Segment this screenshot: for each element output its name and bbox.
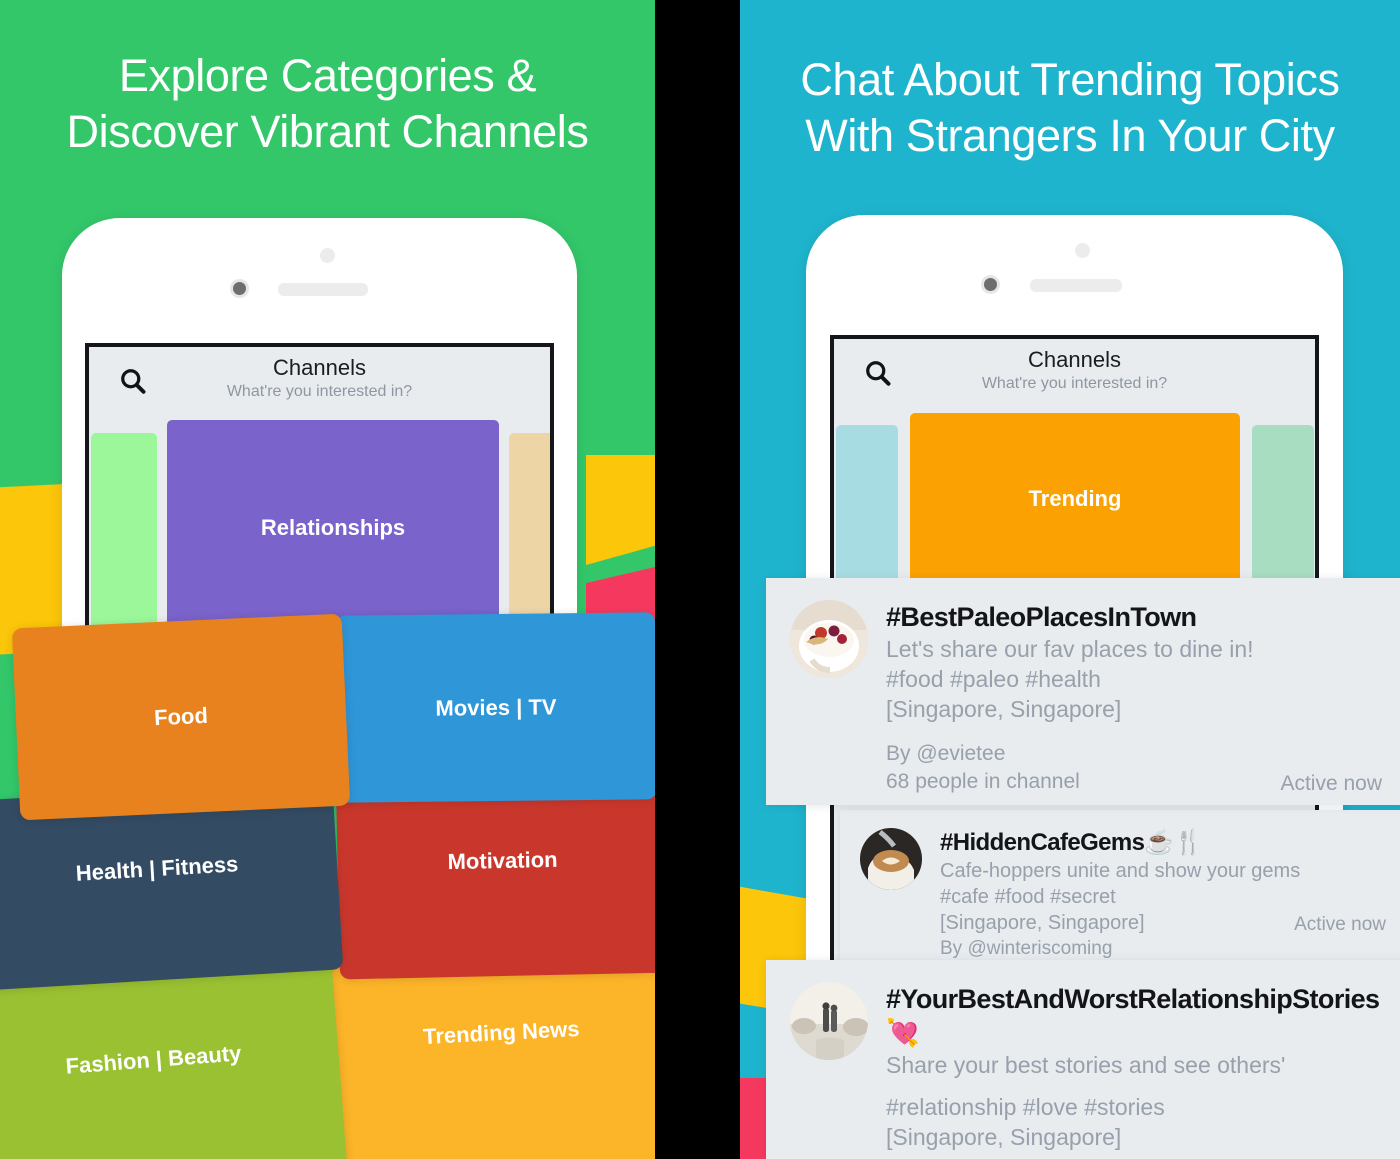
left-phone-screen: Channels What're you interested in? Rela… — [85, 343, 554, 638]
left-headline: Explore Categories & Discover Vibrant Ch… — [66, 50, 589, 157]
chat-card-members: 68 people in channel — [886, 770, 1080, 793]
earpiece-speaker — [278, 283, 368, 296]
chat-card-location: [Singapore, Singapore] — [886, 696, 1122, 722]
page-subtitle: What're you interested in? — [226, 383, 413, 400]
decor-yellow-right — [586, 455, 655, 565]
search-icon[interactable] — [860, 355, 896, 391]
channels-header: Channels What're you interested in? — [834, 339, 1315, 405]
category-tile-movies-tv[interactable]: Movies | TV — [335, 612, 655, 803]
category-tile-label: Fashion | Beauty — [64, 1040, 243, 1079]
page-title: Channels — [273, 355, 366, 380]
chat-card-title: #HiddenCafeGems☕🍴 — [940, 829, 1204, 856]
category-tile-motivation[interactable]: Motivation — [336, 782, 655, 980]
avatar — [790, 600, 868, 678]
channel-card-side-left[interactable] — [836, 425, 898, 585]
left-promo-panel: Explore Categories & Discover Vibrant Ch… — [0, 0, 655, 1159]
left-phone-mockup: Channels What're you interested in? Rela… — [62, 218, 577, 638]
channels-header: Channels What're you interested in? — [89, 347, 550, 413]
earpiece-speaker — [1030, 279, 1122, 292]
chat-card-author: By @evietee — [886, 742, 1006, 765]
chat-card-description: Let's share our fav places to dine in! — [886, 636, 1254, 662]
avatar — [790, 982, 868, 1060]
chat-card-body: #BestPaleoPlacesInTown Let's share our f… — [886, 600, 1382, 795]
status-badge: Active now — [1280, 772, 1382, 795]
chat-card[interactable]: #HiddenCafeGems☕🍴 Cafe-hoppers unite and… — [840, 810, 1400, 984]
page-title: Channels — [1028, 347, 1121, 372]
chat-card-location: [Singapore, Singapore] — [940, 912, 1145, 934]
channel-card-carousel: Relationships — [89, 413, 550, 638]
channel-card-label: Trending — [1028, 486, 1122, 511]
front-camera-icon — [984, 278, 997, 291]
channel-card-side-right[interactable] — [509, 433, 550, 633]
chat-card-title: #BestPaleoPlacesInTown — [886, 602, 1197, 632]
cafe-emoji: ☕🍴 — [1144, 829, 1203, 856]
chat-card-body: #HiddenCafeGems☕🍴 Cafe-hoppers unite and… — [940, 828, 1386, 984]
category-tile-label: Trending News — [422, 1015, 581, 1050]
category-tile-label: Health | Fitness — [75, 851, 239, 886]
heart-arrow-emoji: 💘 — [886, 1018, 920, 1048]
page-subtitle: What're you interested in? — [981, 375, 1168, 392]
category-tile-food[interactable]: Food — [11, 613, 351, 821]
chat-card[interactable]: #BestPaleoPlacesInTown Let's share our f… — [766, 578, 1400, 805]
chat-card-author: By @winteriscoming — [940, 938, 1113, 959]
chat-card-hashtags: #relationship #love #stories — [886, 1094, 1165, 1120]
chat-card-title: #YourBestAndWorstRelationshipStories💘 — [886, 984, 1380, 1048]
channel-card-side-left[interactable] — [91, 433, 157, 633]
channel-card-side-right[interactable] — [1252, 425, 1314, 585]
chat-card-body: #YourBestAndWorstRelationshipStories💘 Sh… — [886, 982, 1382, 1150]
category-tile-label: Motivation — [447, 846, 558, 875]
channel-card-trending[interactable]: Trending — [910, 413, 1240, 585]
channel-card-relationships[interactable]: Relationships — [167, 420, 499, 635]
proximity-sensor-icon — [320, 248, 335, 263]
avatar — [860, 828, 922, 890]
chat-card-description: Cafe-hoppers unite and show your gems — [940, 860, 1301, 882]
chat-card-hashtags: #cafe #food #secret — [940, 886, 1116, 908]
category-tile-label: Movies | TV — [435, 693, 557, 721]
front-camera-icon — [233, 282, 246, 295]
right-promo-panel: Chat About Trending Topics With Stranger… — [740, 0, 1400, 1159]
chat-card-hashtags: #food #paleo #health — [886, 666, 1101, 692]
search-icon[interactable] — [115, 363, 151, 399]
status-badge: Active now — [1294, 914, 1386, 935]
screenshot-stage: Explore Categories & Discover Vibrant Ch… — [0, 0, 1400, 1159]
chat-card[interactable]: #YourBestAndWorstRelationshipStories💘 Sh… — [766, 960, 1400, 1159]
proximity-sensor-icon — [1075, 243, 1090, 258]
chat-card-location: [Singapore, Singapore] — [886, 1124, 1122, 1150]
channel-card-label: Relationships — [260, 514, 406, 540]
right-headline: Chat About Trending Topics With Stranger… — [800, 54, 1340, 161]
chat-card-description: Share your best stories and see others' — [886, 1052, 1286, 1078]
category-tile-label: Food — [153, 702, 209, 731]
